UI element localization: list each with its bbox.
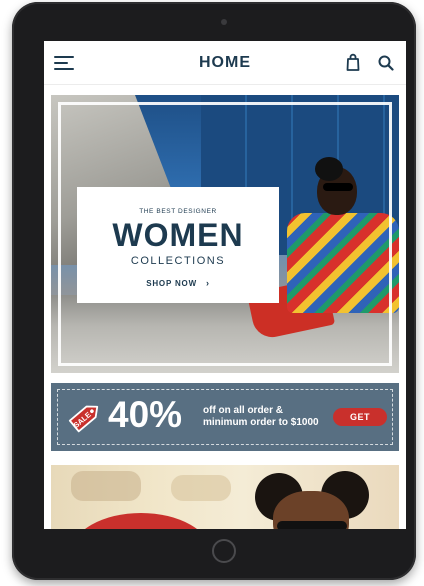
camera-dot xyxy=(221,19,227,25)
banner2-background-blur xyxy=(71,471,141,501)
tablet-frame: HOME THE BEST DESIGNER WOMEN COLLECTIONS… xyxy=(12,2,416,580)
price-tag-icon: SALE xyxy=(68,405,99,433)
hero-model-sunglasses xyxy=(323,183,353,191)
chevron-right-icon: › xyxy=(205,278,210,288)
get-button[interactable]: GET xyxy=(333,408,387,426)
promo-percent: 40% xyxy=(108,394,183,435)
top-bar: HOME xyxy=(44,41,406,85)
hero-model-hair xyxy=(315,157,343,181)
search-icon[interactable] xyxy=(378,55,394,71)
hero-model-sweater xyxy=(287,213,399,313)
app-screen: HOME THE BEST DESIGNER WOMEN COLLECTIONS… xyxy=(44,41,406,529)
shopping-bag-icon[interactable] xyxy=(346,53,360,71)
hero-eyebrow: THE BEST DESIGNER xyxy=(139,208,217,215)
hero-title: WOMEN xyxy=(112,217,244,253)
banner2-background-blur xyxy=(171,475,231,501)
hero-subtitle: COLLECTIONS xyxy=(130,255,226,267)
shop-now-label: SHOP NOW xyxy=(146,279,197,288)
secondary-banner[interactable] xyxy=(51,465,399,529)
hero-banner[interactable]: THE BEST DESIGNER WOMEN COLLECTIONS SHOP… xyxy=(51,95,399,373)
promo-banner: SALE 40% off on all order & minimum orde… xyxy=(51,383,399,451)
device-home-button[interactable] xyxy=(212,539,236,563)
shop-now-link[interactable]: SHOP NOW › xyxy=(146,278,210,288)
banner2-model-glasses xyxy=(277,521,347,529)
hero-text-card: THE BEST DESIGNER WOMEN COLLECTIONS SHOP… xyxy=(77,187,279,303)
banner2-red-shape xyxy=(71,513,211,529)
